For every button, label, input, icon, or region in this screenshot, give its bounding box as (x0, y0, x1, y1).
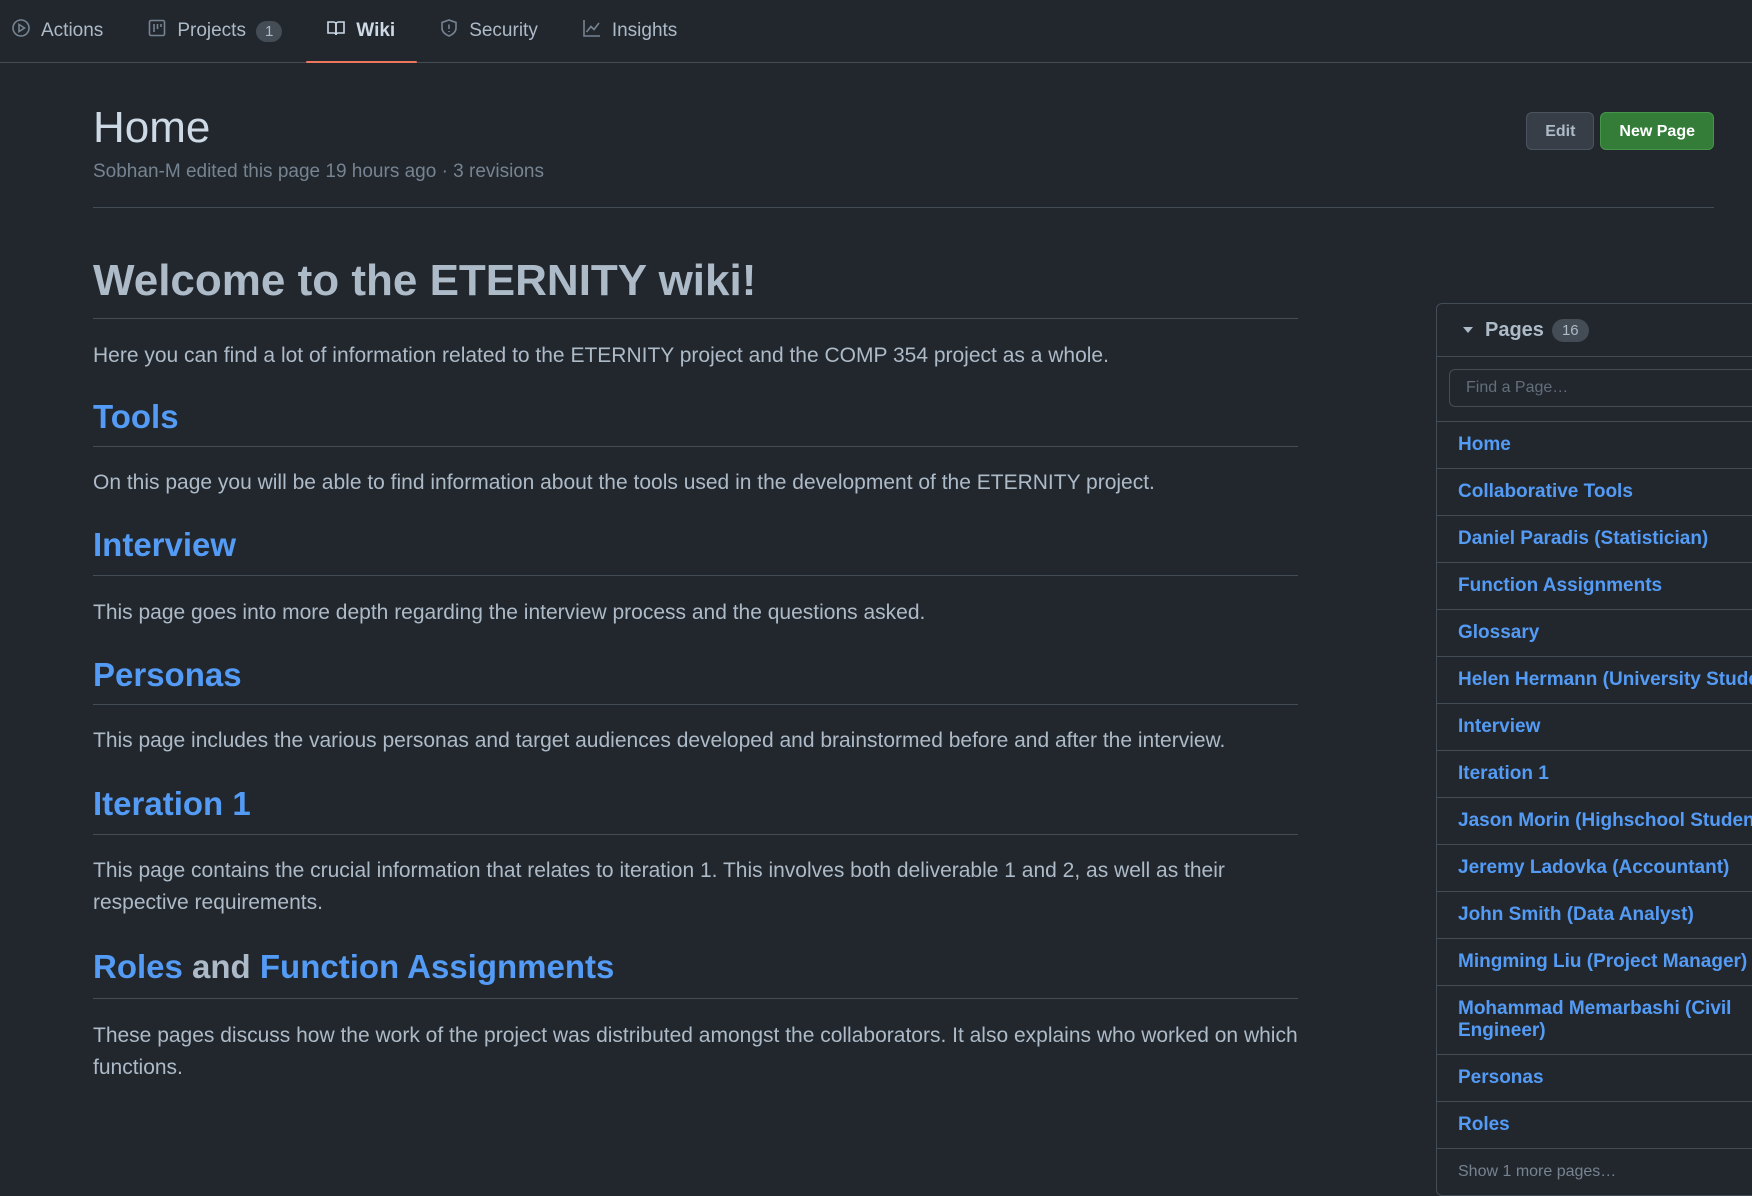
book-icon (326, 18, 346, 44)
section-text-interview: This page goes into more depth regarding… (93, 601, 926, 624)
tab-actions[interactable]: Actions (11, 0, 125, 62)
sidebar-page-link[interactable]: Glossary (1437, 610, 1752, 657)
wiki-page: Home Sobhan-M edited this page 19 hours … (93, 63, 1752, 1196)
sidebar-page-link[interactable]: Daniel Paradis (Statistician) (1437, 516, 1752, 563)
sidebar-page-link[interactable]: Function Assignments (1437, 563, 1752, 610)
section-text-personas: This page includes the various personas … (93, 729, 1226, 752)
tab-insights[interactable]: Insights (582, 0, 699, 62)
sidebar-page-link[interactable]: Roles (1437, 1102, 1752, 1149)
pages-count-badge: 16 (1551, 318, 1589, 342)
page-search-container (1437, 357, 1752, 422)
triangle-down-icon (1463, 327, 1473, 333)
section-heading-iteration-1[interactable]: Iteration 1 (93, 785, 1298, 835)
tab-insights-label: Insights (611, 20, 678, 41)
sidebar-page-link[interactable]: Mingming Liu (Project Manager) (1437, 939, 1752, 986)
sidebar-page-link[interactable]: Jason Morin (Highschool Student) (1437, 798, 1752, 845)
section-text-roles: These pages discuss how the work of the … (93, 1024, 1298, 1079)
tab-actions-label: Actions (41, 20, 104, 41)
shield-icon (439, 18, 459, 44)
section-heading-personas[interactable]: Personas (93, 656, 1298, 705)
sidebar-page-link[interactable]: Jeremy Ladovka (Accountant) (1437, 845, 1752, 892)
sidebar-page-link[interactable]: Iteration 1 (1437, 751, 1752, 798)
pages-list: Home Collaborative Tools Daniel Paradis … (1437, 422, 1752, 1149)
tab-security-label: Security (469, 20, 538, 41)
tab-wiki-label: Wiki (356, 20, 396, 41)
show-more-pages-link[interactable]: Show 1 more pages… (1437, 1149, 1752, 1195)
page-title: Home (93, 103, 211, 152)
edit-button[interactable]: Edit (1526, 112, 1595, 150)
intro-paragraph: Here you can find a lot of information r… (93, 344, 1109, 367)
new-page-button[interactable]: New Page (1600, 112, 1714, 150)
graph-icon (582, 18, 602, 44)
pages-sidebar: Pages 16 Home Collaborative Tools Daniel… (1436, 303, 1752, 1196)
tab-security[interactable]: Security (439, 0, 560, 62)
section-text-iteration-1: This page contains the crucial informati… (93, 859, 1225, 914)
page-header: Home Sobhan-M edited this page 19 hours … (93, 63, 1714, 208)
sidebar-page-link[interactable]: Home (1437, 422, 1752, 469)
sidebar-page-link[interactable]: Personas (1437, 1055, 1752, 1102)
section-heading-interview[interactable]: Interview (93, 526, 1298, 576)
wiki-content: Welcome to the ETERNITY wiki! Here you c… (93, 238, 1298, 1084)
sidebar-page-link[interactable]: Collaborative Tools (1437, 469, 1752, 516)
header-actions: Edit New Page (1526, 112, 1714, 150)
sidebar-page-link[interactable]: Interview (1437, 704, 1752, 751)
play-circle-icon (11, 18, 31, 44)
sidebar-page-link[interactable]: Mohammad Memarbashi (Civil Engineer) (1437, 986, 1752, 1055)
section-text-tools: On this page you will be able to find in… (93, 471, 1155, 494)
tab-projects[interactable]: Projects 1 (147, 0, 304, 62)
function-assignments-link[interactable]: Function Assignments (260, 948, 614, 985)
repo-tab-nav: Actions Projects 1 Wiki Security Insight… (0, 0, 1752, 63)
pages-toggle[interactable]: Pages 16 (1437, 304, 1752, 357)
tab-wiki[interactable]: Wiki (306, 0, 418, 63)
heading-joiner: and (192, 948, 251, 985)
page-edit-meta: Sobhan-M edited this page 19 hours ago ·… (93, 161, 544, 182)
content-heading: Welcome to the ETERNITY wiki! (93, 238, 1298, 319)
pages-title: Pages (1485, 318, 1544, 341)
section-heading-tools[interactable]: Tools (93, 398, 1298, 447)
sidebar-page-link[interactable]: John Smith (Data Analyst) (1437, 892, 1752, 939)
project-board-icon (147, 18, 167, 44)
find-page-input[interactable] (1449, 369, 1752, 407)
projects-count-badge: 1 (255, 20, 283, 42)
tab-projects-label: Projects (177, 20, 246, 41)
section-heading-roles: Roles and Function Assignments (93, 948, 1298, 999)
sidebar-page-link[interactable]: Helen Hermann (University Student) (1437, 657, 1752, 704)
roles-link[interactable]: Roles (93, 948, 183, 985)
